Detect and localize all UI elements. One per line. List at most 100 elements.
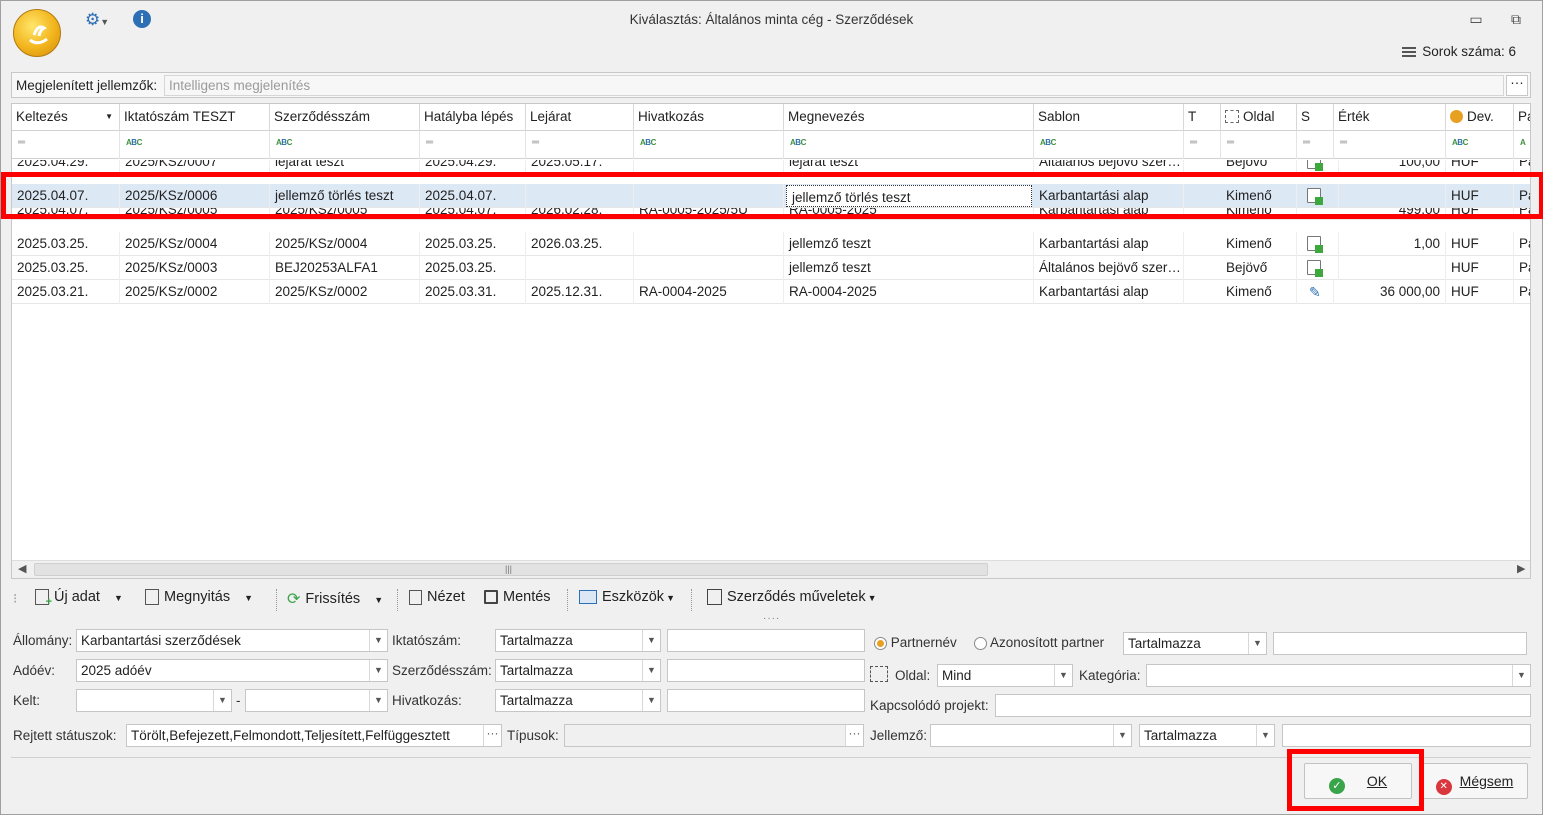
allomany-select[interactable]: Karbantartási szerződések ▼ bbox=[76, 629, 388, 652]
filter-abc-icon[interactable]: ABC bbox=[1446, 131, 1514, 159]
sort-arrow-icon: ▼ bbox=[105, 112, 113, 121]
column-header-hivatkozas[interactable]: Hivatkozás bbox=[634, 104, 784, 131]
column-header-oldal[interactable]: Oldal bbox=[1221, 104, 1297, 131]
hivatkozas-mode-select[interactable]: Tartalmazza ▼ bbox=[495, 689, 661, 712]
tipusok-field[interactable]: ··· bbox=[564, 724, 864, 747]
title-bar: ⚙▼ i Kiválasztás: Általános minta cég - … bbox=[1, 1, 1542, 67]
chevron-down-icon[interactable]: ▼ bbox=[1054, 665, 1072, 686]
more-options-button[interactable]: ··· bbox=[483, 725, 501, 746]
toolbar: ⁝ + Új adat ▼ Megnyitás ▼ ⟳ Frissítés ▼ Nézet… bbox=[11, 583, 911, 615]
jellemzo-mode-select[interactable]: Tartalmazza ▼ bbox=[1139, 724, 1275, 747]
kategoria-select[interactable]: ▼ bbox=[1146, 664, 1531, 687]
open-button[interactable]: Megnyitás ▼ bbox=[145, 589, 253, 611]
chevron-down-icon: ▼ bbox=[867, 593, 877, 603]
cancel-button[interactable]: ✕ Mégsem bbox=[1421, 763, 1528, 799]
chevron-down-icon[interactable]: ▼ bbox=[369, 630, 387, 651]
column-header-ertek[interactable]: Érték bbox=[1334, 104, 1446, 131]
filter-equals-icon[interactable]: ═ bbox=[1184, 131, 1221, 159]
chevron-down-icon[interactable]: ▼ bbox=[244, 593, 253, 603]
chevron-down-icon[interactable]: ▼ bbox=[1256, 725, 1274, 746]
filter-abc-icon[interactable]: ABC bbox=[120, 131, 270, 159]
more-options-button[interactable]: ··· bbox=[845, 725, 863, 746]
hivatkozas-input[interactable] bbox=[667, 689, 865, 712]
kapcsolodo-projekt-input[interactable] bbox=[995, 694, 1531, 717]
szerzodesszam-label: Szerződésszám: bbox=[392, 663, 492, 678]
azonositott-partner-radio[interactable]: Azonosított partner bbox=[974, 635, 1104, 650]
filter-equals-icon[interactable]: ═ bbox=[1297, 131, 1334, 159]
chevron-down-icon[interactable]: ▼ bbox=[369, 690, 387, 711]
minimize-button[interactable]: ▭ bbox=[1465, 11, 1487, 29]
chevron-down-icon[interactable]: ▼ bbox=[1512, 665, 1530, 686]
iktatoszam-mode-select[interactable]: Tartalmazza ▼ bbox=[495, 629, 661, 652]
szerzodesszam-mode-select[interactable]: Tartalmazza ▼ bbox=[495, 659, 661, 682]
hidden-statuses-field[interactable]: Törölt,Befejezett,Felmondott,Teljesített… bbox=[126, 724, 502, 747]
cell-szerzodesszam: 2025/KSz/0004 bbox=[270, 232, 420, 256]
table-row[interactable]: 2025.03.21. 2025/KSz/0002 2025/KSz/0002 … bbox=[12, 280, 1530, 304]
table-row[interactable]: 2025.03.25. 2025/KSz/0004 2025/KSz/0004 … bbox=[12, 232, 1530, 256]
characteristics-input[interactable]: Intelligens megjelenítés bbox=[164, 75, 1504, 96]
partner-mode-select[interactable]: Tartalmazza ▼ bbox=[1123, 632, 1267, 655]
cell-hatalyba: 2025.03.31. bbox=[420, 280, 526, 304]
chevron-down-icon[interactable]: ▼ bbox=[213, 690, 231, 711]
view-button[interactable]: Nézet bbox=[409, 589, 465, 611]
cell-sablon: Általános bejövő szer… bbox=[1034, 256, 1184, 280]
chevron-down-icon[interactable]: ▼ bbox=[642, 630, 660, 651]
filter-equals-icon[interactable]: ═ bbox=[526, 131, 634, 159]
table-row[interactable]: 2025.03.25. 2025/KSz/0003 BEJ20253ALFA1 … bbox=[12, 256, 1530, 280]
scroll-left-icon[interactable]: ◀ bbox=[18, 562, 26, 575]
filter-abc-icon[interactable]: ABC bbox=[1034, 131, 1184, 159]
chevron-down-icon[interactable]: ▼ bbox=[114, 593, 123, 603]
column-header-szerzodesszam[interactable]: Szerződésszám bbox=[270, 104, 420, 131]
partner-input[interactable] bbox=[1273, 632, 1527, 655]
jellemzo-select[interactable]: ▼ bbox=[930, 724, 1132, 747]
chevron-down-icon[interactable]: ▼ bbox=[1113, 725, 1131, 746]
column-header-iktatoszam[interactable]: Iktatószám TESZT bbox=[120, 104, 270, 131]
column-header-s[interactable]: S bbox=[1297, 104, 1334, 131]
filter-equals-icon[interactable]: ═ bbox=[12, 131, 120, 159]
szerzodesszam-input[interactable] bbox=[667, 659, 865, 682]
filter-abc-icon[interactable]: ABC bbox=[634, 131, 784, 159]
horizontal-scrollbar[interactable]: ◀ ||| ▶ bbox=[12, 560, 1530, 578]
ok-button-highlight bbox=[1287, 749, 1424, 811]
characteristics-more-button[interactable]: ··· bbox=[1506, 75, 1528, 96]
cell-hatalyba: 2025.03.25. bbox=[420, 256, 526, 280]
filter-equals-icon[interactable]: ═ bbox=[1221, 131, 1297, 159]
refresh-button[interactable]: ⟳ Frissítés ▼ bbox=[287, 589, 383, 611]
tools-button[interactable]: Eszközök ▼ bbox=[579, 589, 675, 611]
scroll-thumb[interactable]: ||| bbox=[34, 563, 988, 576]
column-header-sablon[interactable]: Sablon bbox=[1034, 104, 1184, 131]
save-button[interactable]: Mentés bbox=[484, 589, 551, 611]
column-header-dev[interactable]: Dev. bbox=[1446, 104, 1514, 131]
scroll-right-icon[interactable]: ▶ bbox=[1517, 562, 1525, 575]
iktatoszam-input[interactable] bbox=[667, 629, 865, 652]
column-header-megnevezes[interactable]: Megnevezés bbox=[784, 104, 1034, 131]
kelt-to-date[interactable]: ▼ bbox=[245, 689, 388, 712]
restore-button[interactable]: ⧉ bbox=[1505, 11, 1527, 29]
chevron-down-icon[interactable]: ▼ bbox=[374, 595, 383, 605]
chevron-down-icon[interactable]: ▼ bbox=[642, 660, 660, 681]
chevron-down-icon[interactable]: ▼ bbox=[369, 660, 387, 681]
filter-abc-icon[interactable]: ABC bbox=[784, 131, 1034, 159]
oldal-select[interactable]: Mind ▼ bbox=[937, 664, 1073, 687]
splitter-grip[interactable]: ···· bbox=[763, 613, 780, 624]
partnernev-radio[interactable]: Partnernév bbox=[874, 635, 957, 650]
chevron-down-icon[interactable]: ▼ bbox=[1248, 633, 1266, 654]
cell-lejarat: 2026.03.25. bbox=[526, 232, 634, 256]
column-header-hatalyba[interactable]: Hatályba lépés bbox=[420, 104, 526, 131]
column-header-pa[interactable]: Pa bbox=[1514, 104, 1530, 131]
column-header-keltezes[interactable]: Keltezés ▼ bbox=[12, 104, 120, 131]
new-data-button[interactable]: + Új adat ▼ bbox=[35, 589, 123, 611]
chevron-down-icon[interactable]: ▼ bbox=[642, 690, 660, 711]
cell-sablon: Karbantartási alap bbox=[1034, 232, 1184, 256]
filter-equals-icon[interactable]: ═ bbox=[420, 131, 526, 159]
filter-abc-icon[interactable]: A bbox=[1514, 131, 1530, 159]
jellemzo-input[interactable] bbox=[1282, 724, 1531, 747]
contract-operations-button[interactable]: Szerződés műveletek ▼ bbox=[707, 589, 877, 611]
filter-abc-icon[interactable]: ABC bbox=[270, 131, 420, 159]
selected-row-highlight bbox=[1, 172, 1543, 219]
kelt-from-date[interactable]: ▼ bbox=[76, 689, 232, 712]
column-header-t[interactable]: T bbox=[1184, 104, 1221, 131]
filter-equals-icon[interactable]: ═ bbox=[1334, 131, 1446, 159]
adoev-select[interactable]: 2025 adóév ▼ bbox=[76, 659, 388, 682]
column-header-lejarat[interactable]: Lejárat bbox=[526, 104, 634, 131]
